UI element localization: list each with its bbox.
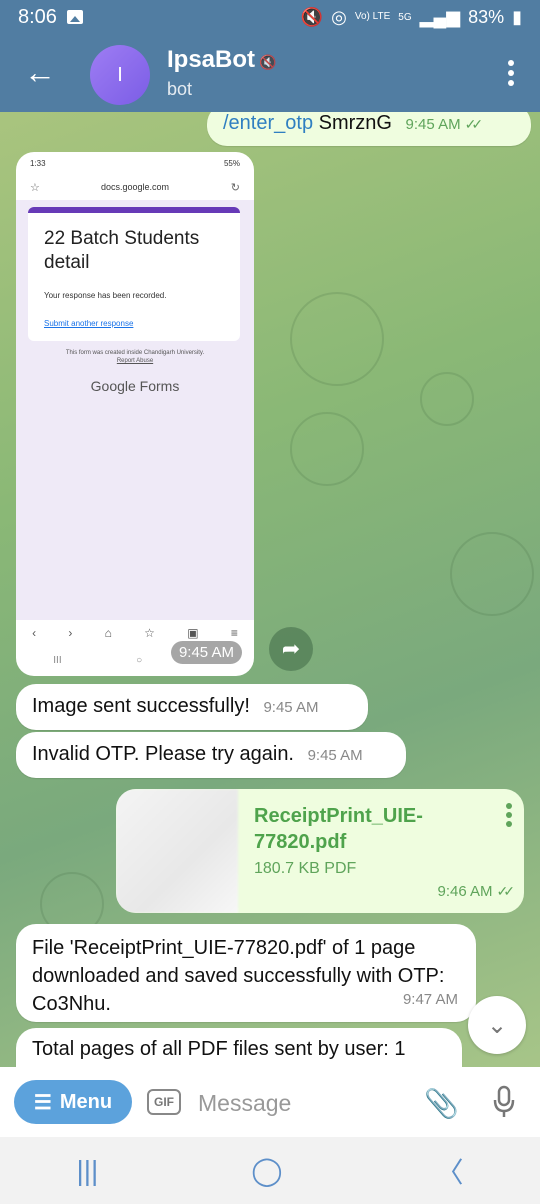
- pdf-size: 180.7 KB PDF: [254, 860, 357, 877]
- form-title: 22 Batch Students detail: [44, 228, 200, 273]
- back-arrow-icon[interactable]: ←: [24, 56, 56, 88]
- avatar[interactable]: I: [90, 45, 150, 105]
- google-forms-logo: Google Forms: [90, 378, 180, 394]
- message-time: 9:45 AM: [263, 699, 319, 716]
- screenshot-bookmark-icon: ☆: [144, 626, 155, 640]
- screenshot-back-icon: ‹: [32, 626, 37, 640]
- message-time: 9:46 AM: [437, 883, 493, 900]
- attach-icon[interactable]: 📎: [424, 1087, 459, 1120]
- reload-icon: ↻: [230, 181, 240, 194]
- battery-icon: ▮: [512, 6, 522, 27]
- more-options-icon[interactable]: [508, 60, 514, 90]
- image-time: 9:45 AM: [170, 641, 242, 664]
- screenshot-menu-icon: ≡: [230, 626, 238, 640]
- recents-icon[interactable]: |||: [76, 1155, 98, 1187]
- message-image-sent[interactable]: Image sent successfully! 9:45 AM: [16, 684, 368, 730]
- file-options-icon[interactable]: [506, 803, 512, 830]
- signal-icon: ▂▄▆: [419, 6, 461, 27]
- message-total-pages[interactable]: Total pages of all PDF files sent by use…: [16, 1028, 462, 1067]
- menu-label: Menu: [59, 1090, 113, 1113]
- message-text: Invalid OTP. Please try again.: [32, 743, 294, 765]
- message-otp-command[interactable]: /enter_otp SmrznG 9:45 AM ✓✓: [207, 112, 531, 146]
- submit-another-link: Submit another response: [44, 319, 134, 328]
- read-checkmark-icon: ✓✓: [464, 116, 484, 132]
- message-text: Image sent successfully!: [32, 695, 250, 717]
- system-navigation-bar: ||| ◯ 〈: [0, 1137, 540, 1204]
- message-download-result[interactable]: File 'ReceiptPrint_UIE-77820.pdf' of 1 p…: [16, 924, 476, 1022]
- gif-button[interactable]: GIF: [147, 1089, 181, 1115]
- screenshot-tabs-icon: ▣: [187, 626, 199, 640]
- form-confirmation: Your response has been recorded.: [44, 291, 167, 300]
- gallery-notification-icon: [66, 10, 83, 24]
- hamburger-icon: ☰: [33, 1091, 52, 1114]
- otp-code: SmrznG: [318, 112, 392, 134]
- microphone-icon[interactable]: [493, 1085, 515, 1119]
- screenshot-time: 1:33: [30, 158, 46, 168]
- message-time: 9:47 AM: [402, 991, 458, 1008]
- message-text: File 'ReceiptPrint_UIE-77820.pdf' of 1 p…: [32, 937, 445, 1015]
- screenshot-recents-icon: III: [53, 654, 62, 666]
- message-time: 9:45 AM: [405, 116, 461, 133]
- battery-level: 83%: [468, 6, 505, 27]
- status-bar: 8:06 🔇 ◎ Vo) LTE 5G ▂▄▆ 83% ▮: [0, 0, 540, 34]
- message-time: 9:45 AM: [307, 747, 363, 764]
- muted-icon: 🔇: [259, 54, 277, 70]
- chat-title[interactable]: IpsaBot 🔇: [167, 46, 276, 74]
- forward-icon[interactable]: ➦: [269, 627, 313, 671]
- hotspot-icon: ◎: [331, 6, 347, 27]
- star-icon: ☆: [30, 181, 40, 194]
- scroll-down-button[interactable]: ⌄: [468, 996, 526, 1054]
- form-footer: This form was created inside Chandigarh …: [65, 350, 205, 356]
- read-checkmark-icon: ✓✓: [496, 883, 516, 899]
- 5g-indicator: 5G: [398, 11, 412, 23]
- clock: 8:06: [18, 5, 57, 28]
- screenshot-home-icon: ⌂: [104, 626, 112, 640]
- screenshot-url-bar: ☆ docs.google.com ↻: [16, 174, 254, 200]
- screenshot-url: docs.google.com: [100, 182, 170, 192]
- report-abuse-link: Report Abuse: [116, 358, 154, 364]
- message-input[interactable]: [196, 1085, 400, 1121]
- pdf-thumbnail[interactable]: [116, 789, 238, 913]
- message-text: Total pages of all PDF files sent by use…: [32, 1038, 406, 1060]
- chat-header: ← I IpsaBot 🔇 bot: [0, 34, 540, 112]
- chevron-down-icon: ⌄: [486, 1011, 508, 1039]
- screenshot-battery: 55%: [223, 158, 240, 168]
- form-card: 22 Batch Students detail Your response h…: [28, 207, 240, 341]
- chat-area[interactable]: /enter_otp SmrznG 9:45 AM ✓✓ 1:33 55% ☆ d…: [0, 112, 540, 1067]
- mute-status-icon: 🔇: [300, 6, 324, 27]
- screenshot-forward-icon: ›: [68, 626, 73, 640]
- bot-menu-button[interactable]: ☰ Menu: [14, 1080, 132, 1124]
- volte-indicator: Vo) LTE: [354, 11, 391, 22]
- screenshot-home-button-icon: ○: [136, 654, 143, 666]
- chat-title-text: IpsaBot: [167, 46, 256, 73]
- screenshot-image[interactable]: 1:33 55% ☆ docs.google.com ↻ 22 Batch St…: [16, 152, 254, 676]
- pdf-filename[interactable]: ReceiptPrint_UIE-77820.pdf: [254, 803, 494, 855]
- screenshot-status-bar: 1:33 55%: [16, 152, 254, 174]
- home-icon[interactable]: ◯: [251, 1154, 282, 1187]
- chat-subtitle: bot: [167, 79, 193, 99]
- message-input-bar: ☰ Menu GIF 📎: [0, 1067, 540, 1137]
- message-pdf-file[interactable]: ReceiptPrint_UIE-77820.pdf 180.7 KB PDF …: [116, 789, 524, 913]
- message-invalid-otp[interactable]: Invalid OTP. Please try again. 9:45 AM: [16, 732, 406, 778]
- back-nav-icon[interactable]: 〈: [436, 1151, 464, 1191]
- bot-command-link[interactable]: /enter_otp: [223, 112, 313, 134]
